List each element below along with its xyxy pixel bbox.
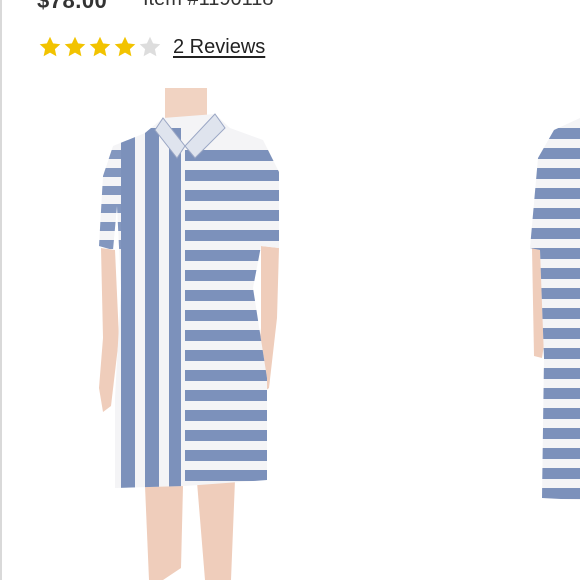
dress-side-illustration bbox=[530, 118, 580, 500]
star-filled-icon bbox=[114, 36, 136, 57]
star-filled-icon bbox=[89, 36, 111, 57]
star-filled-icon bbox=[39, 36, 61, 57]
reviews-link[interactable]: 2 Reviews bbox=[173, 36, 265, 59]
star-filled-icon bbox=[64, 36, 86, 57]
star-empty-icon bbox=[139, 36, 161, 57]
product-photo-main[interactable] bbox=[85, 88, 300, 580]
product-photo-side[interactable] bbox=[520, 118, 580, 580]
page-left-border bbox=[0, 0, 2, 580]
dress-illustration bbox=[99, 88, 279, 580]
item-number: Item #1190118 bbox=[143, 0, 273, 11]
product-price: $78.00 bbox=[37, 0, 108, 13]
rating-row: 2 Reviews bbox=[38, 33, 265, 61]
star-rating bbox=[38, 35, 163, 59]
